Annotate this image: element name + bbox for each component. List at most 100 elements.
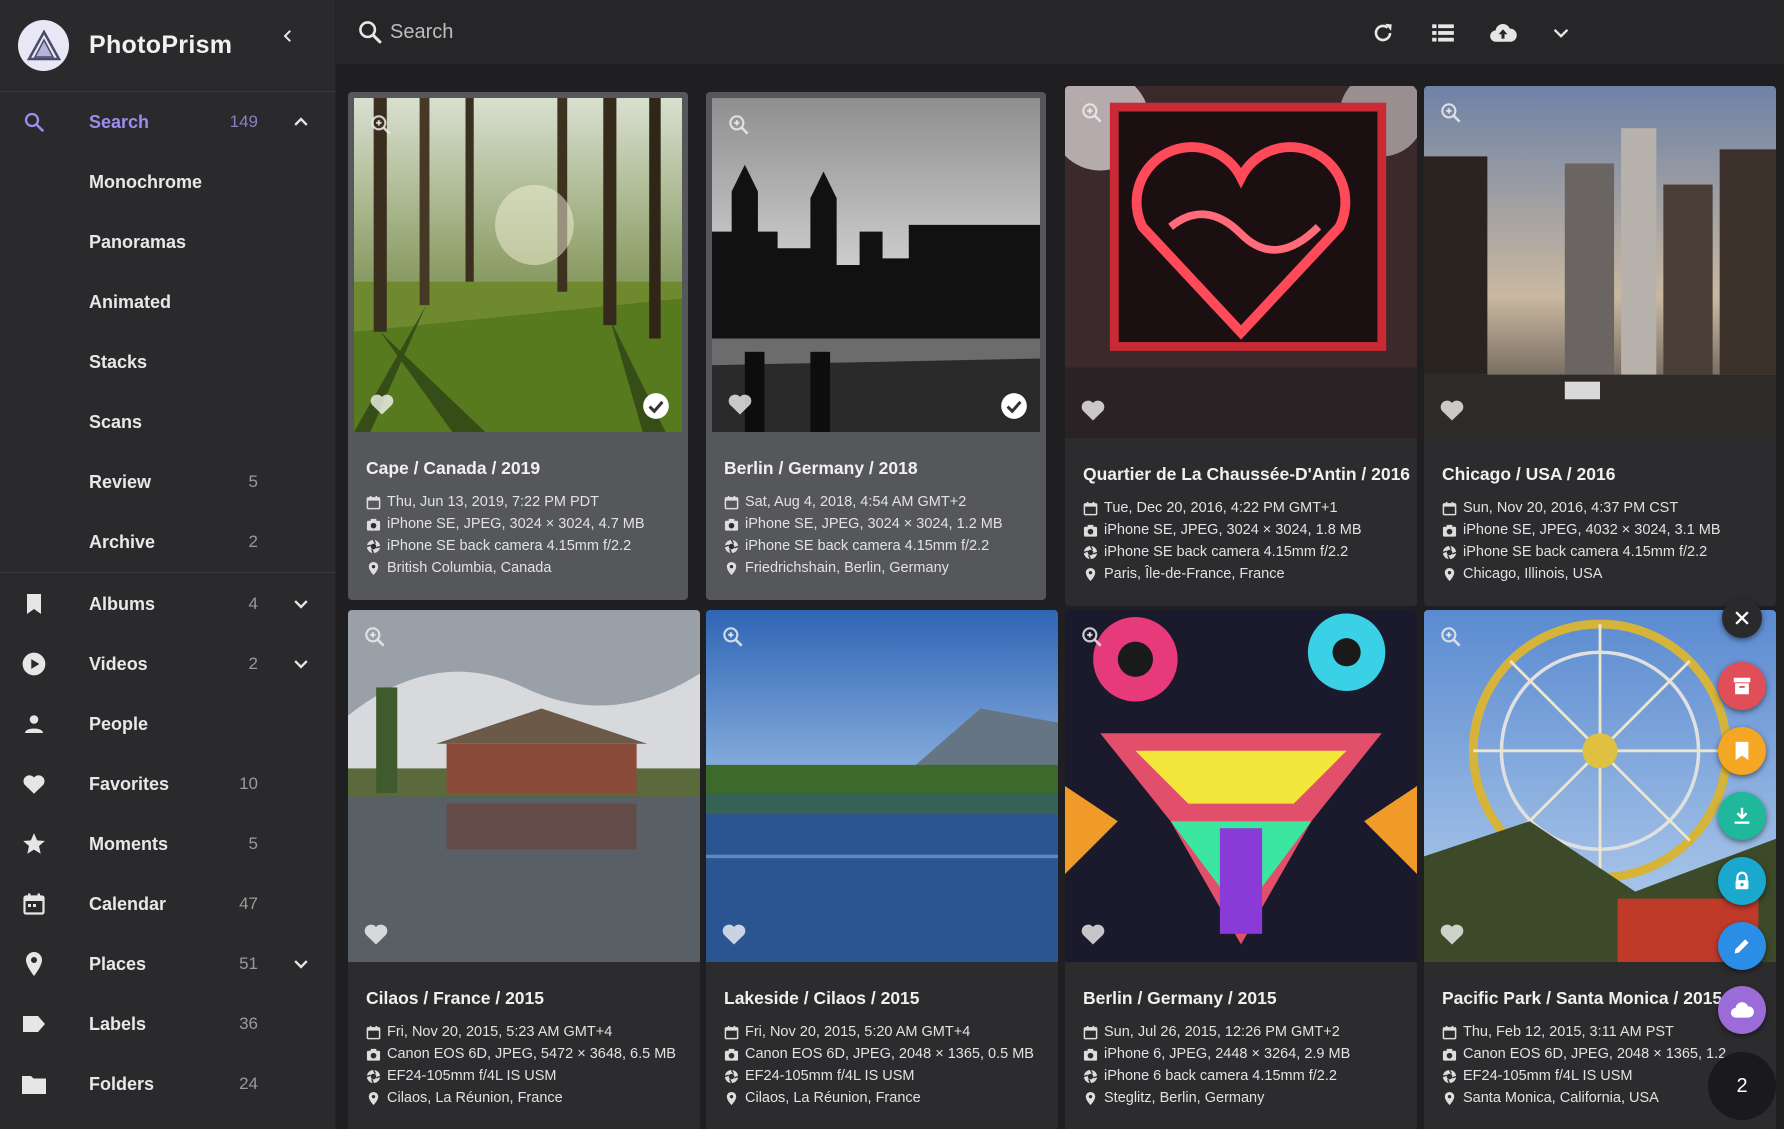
favorite-heart-icon[interactable] <box>1438 396 1466 424</box>
photo-thumbnail[interactable] <box>1065 610 1417 962</box>
photo-card[interactable]: Quartier de La Chaussée-D'Antin / 2016 T… <box>1065 86 1417 606</box>
chevron-up-icon[interactable] <box>287 108 315 136</box>
photo-thumbnail[interactable] <box>1424 610 1776 962</box>
sidebar-item-people[interactable]: People <box>0 694 336 754</box>
refresh-button[interactable] <box>1366 16 1400 50</box>
edit-button[interactable] <box>1718 922 1766 970</box>
zoom-icon[interactable] <box>368 112 394 138</box>
photo-location[interactable]: Steglitz, Berlin, Germany <box>1083 1090 1264 1106</box>
photo-title[interactable]: Quartier de La Chaussée-D'Antin / 2016 <box>1083 464 1410 485</box>
share-button[interactable] <box>1718 986 1766 1034</box>
sidebar-item-places[interactable]: Places 51 <box>0 934 336 994</box>
chevron-down-icon[interactable] <box>287 590 315 618</box>
photo-title[interactable]: Cape / Canada / 2019 <box>366 458 540 479</box>
sidebar-item-moments[interactable]: Moments 5 <box>0 814 336 874</box>
chevron-down-icon[interactable] <box>287 650 315 678</box>
favorite-heart-icon[interactable] <box>1079 920 1107 948</box>
sidebar-item-review[interactable]: Review 5 <box>0 452 336 512</box>
photoprism-logo[interactable] <box>18 20 69 71</box>
favorite-heart-icon[interactable] <box>1079 396 1107 424</box>
favorite-heart-icon[interactable] <box>368 390 396 418</box>
more-menu-button[interactable] <box>1544 16 1578 50</box>
collapse-sidebar-button[interactable] <box>272 20 304 52</box>
photo-title[interactable]: Berlin / Germany / 2015 <box>1083 988 1277 1009</box>
sidebar-item-archive[interactable]: Archive 2 <box>0 512 336 572</box>
sidebar-item-animated[interactable]: Animated <box>0 272 336 332</box>
sidebar-item-scans[interactable]: Scans <box>0 392 336 452</box>
photo-card[interactable]: Berlin / Germany / 2015 Sun, Jul 26, 201… <box>1065 610 1417 1129</box>
sidebar-item-label: Panoramas <box>89 231 187 252</box>
chevron-down-icon[interactable] <box>287 950 315 978</box>
photo-title[interactable]: Cilaos / France / 2015 <box>366 988 544 1009</box>
sidebar-item-panoramas[interactable]: Panoramas <box>0 212 336 272</box>
photo-thumbnail[interactable] <box>706 610 1058 962</box>
sidebar-item-favorites[interactable]: Favorites 10 <box>0 754 336 814</box>
close-button[interactable] <box>1722 598 1762 638</box>
sidebar-item-videos[interactable]: Videos 2 <box>0 634 336 694</box>
sidebar-item-search[interactable]: Search 149 <box>0 92 336 152</box>
refresh-icon <box>1374 23 1392 42</box>
favorite-heart-icon[interactable] <box>726 390 754 418</box>
favorite-heart-icon[interactable] <box>1438 920 1466 948</box>
sidebar-item-calendar[interactable]: Calendar 47 <box>0 874 336 934</box>
download-button[interactable] <box>1718 792 1766 840</box>
zoom-icon[interactable] <box>1438 624 1464 650</box>
search-input[interactable] <box>390 14 990 50</box>
photo-location[interactable]: Friedrichshain, Berlin, Germany <box>724 560 949 576</box>
archive-button[interactable] <box>1718 662 1766 710</box>
photo-thumbnail[interactable] <box>354 98 682 432</box>
upload-button[interactable] <box>1486 16 1520 50</box>
photo-location[interactable]: British Columbia, Canada <box>366 560 551 576</box>
photo-title[interactable]: Berlin / Germany / 2018 <box>724 458 918 479</box>
photo-date-text: Sat, Aug 4, 2018, 4:54 AM GMT+2 <box>745 494 967 510</box>
favorite-heart-icon[interactable] <box>720 920 748 948</box>
photo-title[interactable]: Chicago / USA / 2016 <box>1442 464 1615 485</box>
zoom-icon[interactable] <box>1079 624 1105 650</box>
photo-thumbnail[interactable] <box>712 98 1040 432</box>
sidebar-item-monochrome[interactable]: Monochrome <box>0 152 336 212</box>
photo-thumbnail[interactable] <box>348 610 700 962</box>
play-circle-icon <box>20 650 48 678</box>
sidebar-item-labels[interactable]: Labels 36 <box>0 994 336 1054</box>
sidebar-item-stacks[interactable]: Stacks <box>0 332 336 392</box>
sidebar-item-label: Monochrome <box>89 171 203 192</box>
photo-location[interactable]: Santa Monica, California, USA <box>1442 1090 1659 1106</box>
photo-card[interactable]: Cilaos / France / 2015 Fri, Nov 20, 2015… <box>348 610 700 1129</box>
zoom-icon[interactable] <box>720 624 746 650</box>
photo-card[interactable]: Berlin / Germany / 2018 Sat, Aug 4, 2018… <box>706 92 1046 600</box>
sidebar-item-albums[interactable]: Albums 4 <box>0 574 336 634</box>
photo-date-text: Sun, Nov 20, 2016, 4:37 PM CST <box>1463 500 1679 516</box>
photo-title[interactable]: Lakeside / Cilaos / 2015 <box>724 988 920 1009</box>
list-view-button[interactable] <box>1426 16 1460 50</box>
photo-location[interactable]: Cilaos, La Réunion, France <box>366 1090 563 1106</box>
zoom-icon[interactable] <box>1438 100 1464 126</box>
selection-count-button[interactable]: 2 <box>1708 1052 1776 1120</box>
photo-location[interactable]: Paris, Île-de-France, France <box>1083 566 1285 582</box>
photo-card[interactable]: Lakeside / Cilaos / 2015 Fri, Nov 20, 20… <box>706 610 1058 1129</box>
photo-location[interactable]: Cilaos, La Réunion, France <box>724 1090 921 1106</box>
selected-check-icon[interactable] <box>642 392 670 420</box>
photo-card[interactable]: Chicago / USA / 2016 Sun, Nov 20, 2016, … <box>1424 86 1776 606</box>
zoom-icon[interactable] <box>362 624 388 650</box>
photo-thumbnail[interactable] <box>1424 86 1776 438</box>
sidebar-item-count: 4 <box>248 594 258 613</box>
photo-grid: Cape / Canada / 2019 Thu, Jun 13, 2019, … <box>348 86 1776 1129</box>
photo-thumbnail[interactable] <box>1065 86 1417 438</box>
photo-date-text: Sun, Jul 26, 2015, 12:26 PM GMT+2 <box>1104 1024 1340 1040</box>
favorite-heart-icon[interactable] <box>362 920 390 948</box>
aperture-icon <box>1083 1069 1098 1083</box>
photo-card[interactable]: Cape / Canada / 2019 Thu, Jun 13, 2019, … <box>348 92 688 600</box>
selected-check-icon[interactable] <box>1000 392 1028 420</box>
zoom-icon[interactable] <box>1079 100 1105 126</box>
zoom-icon[interactable] <box>726 112 752 138</box>
private-button[interactable] <box>1718 857 1766 905</box>
album-button[interactable] <box>1718 727 1766 775</box>
sidebar-item-folders[interactable]: Folders 24 <box>0 1054 336 1114</box>
place-icon <box>726 1091 737 1105</box>
search-icon[interactable] <box>356 18 384 46</box>
photo-file-info: Canon EOS 6D, JPEG, 2048 × 1365, 1.2 <box>1442 1046 1726 1062</box>
sidebar-item-label: Animated <box>89 291 172 312</box>
camera-icon <box>366 518 381 531</box>
photo-title[interactable]: Pacific Park / Santa Monica / 2015 <box>1442 988 1722 1009</box>
photo-location[interactable]: Chicago, Illinois, USA <box>1442 566 1602 582</box>
